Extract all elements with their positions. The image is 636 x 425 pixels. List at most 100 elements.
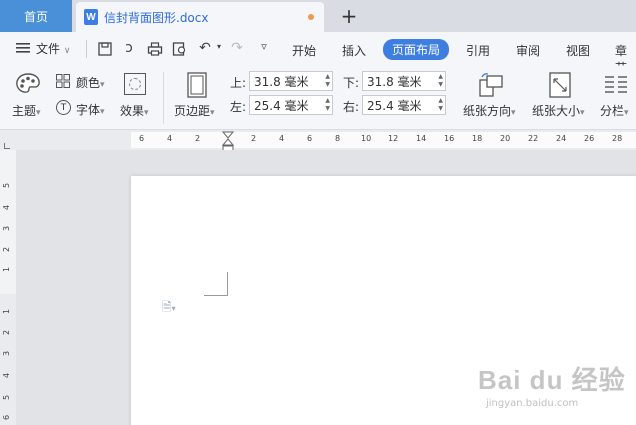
right-margin-label: 右: bbox=[343, 100, 360, 114]
margin-corner-mark bbox=[204, 272, 228, 296]
ruler-tick-label: 4 bbox=[2, 204, 12, 211]
right-margin-input[interactable]: 25.4 毫米 ▲ ▼ bbox=[362, 95, 446, 115]
page-size-icon[interactable] bbox=[549, 72, 571, 98]
paste-options-icon[interactable]: 🗎▾ bbox=[162, 298, 176, 319]
top-margin-value: 31.8 毫米 bbox=[254, 74, 309, 89]
ruler-tick-label: 20 bbox=[500, 134, 511, 143]
ruler-tick-label: 18 bbox=[472, 134, 483, 143]
ruler-tick-label: 4 bbox=[2, 372, 12, 379]
orientation-label: 纸张方向 bbox=[463, 104, 512, 118]
columns-icon[interactable] bbox=[604, 74, 628, 96]
columns-label: 分栏 bbox=[600, 104, 625, 118]
ruler-tick-label: 3 bbox=[2, 225, 12, 232]
margins-button[interactable]: 页边距▾ bbox=[174, 102, 215, 119]
font-button[interactable]: 字体▾ bbox=[76, 101, 105, 118]
ruler-tick-label: 1 bbox=[2, 266, 12, 273]
ruler-tick-label: 14 bbox=[416, 134, 427, 143]
left-margin-label: 左: bbox=[230, 100, 247, 114]
spinner-icon[interactable]: ▲ ▼ bbox=[325, 97, 330, 113]
tab-stop-icon[interactable] bbox=[4, 143, 10, 149]
ruler-tick-label: 24 bbox=[556, 134, 567, 143]
tab-home-ribbon[interactable]: 开始 bbox=[292, 42, 316, 59]
ruler-tick-label: 6 bbox=[307, 134, 313, 143]
left-margin-value: 25.4 毫米 bbox=[254, 98, 309, 113]
document-title: 信封背面图形.docx bbox=[104, 10, 209, 25]
bottom-margin-value: 31.8 毫米 bbox=[367, 74, 422, 89]
color-scheme-icon[interactable] bbox=[56, 74, 70, 88]
redo-icon[interactable]: ↷ bbox=[228, 40, 246, 56]
theme-button[interactable]: 主题▾ bbox=[12, 102, 41, 119]
ruler-tick-label: 4 bbox=[279, 134, 285, 143]
format-painter-icon[interactable]: ↄ bbox=[120, 40, 138, 56]
top-margin-input[interactable]: 31.8 毫米 ▲ ▼ bbox=[249, 71, 333, 91]
watermark-url: jingyan.baidu.com bbox=[486, 398, 579, 409]
tab-references[interactable]: 引用 bbox=[466, 42, 490, 59]
ruler-tick-label: 8 bbox=[335, 134, 341, 143]
spinner-icon[interactable]: ▲ ▼ bbox=[325, 73, 330, 89]
color-label: 颜色 bbox=[76, 76, 101, 90]
tab-view[interactable]: 视图 bbox=[566, 42, 590, 59]
ruler-tick-label: 12 bbox=[388, 134, 399, 143]
ribbon-divider bbox=[163, 72, 164, 124]
top-margin-label: 上: bbox=[230, 76, 247, 90]
ruler-tick-label: 28 bbox=[612, 134, 623, 143]
ruler-tick-label: 4 bbox=[167, 134, 173, 143]
tab-document[interactable]: W 信封背面图形.docx bbox=[76, 2, 324, 32]
ruler-tick-label: 26 bbox=[584, 134, 595, 143]
palette-icon[interactable] bbox=[15, 72, 41, 96]
customize-toolbar-icon[interactable]: ▿ bbox=[255, 40, 273, 53]
page-size-button[interactable]: 纸张大小▾ bbox=[532, 102, 585, 119]
chevron-down-icon: ∨ bbox=[63, 46, 71, 56]
orientation-button[interactable]: 纸张方向▾ bbox=[463, 102, 516, 119]
tab-review[interactable]: 审阅 bbox=[516, 42, 540, 59]
orientation-icon[interactable] bbox=[478, 72, 504, 98]
ruler-tick-label: 10 bbox=[361, 134, 372, 143]
left-margin-input[interactable]: 25.4 毫米 ▲ ▼ bbox=[249, 95, 333, 115]
spinner-icon[interactable]: ▲ ▼ bbox=[438, 97, 443, 113]
tab-insert[interactable]: 插入 bbox=[342, 42, 366, 59]
print-icon[interactable] bbox=[146, 42, 164, 56]
ruler-tick-label: 3 bbox=[2, 350, 12, 357]
color-button[interactable]: 颜色▾ bbox=[76, 74, 105, 91]
undo-dropdown-icon[interactable]: ▾ bbox=[210, 42, 228, 51]
new-tab-button[interactable]: + bbox=[338, 4, 360, 28]
bottom-margin-input[interactable]: 31.8 毫米 ▲ ▼ bbox=[362, 71, 446, 91]
wps-writer-icon: W bbox=[84, 9, 98, 25]
ruler-tick-label: 16 bbox=[444, 134, 455, 143]
columns-button[interactable]: 分栏▾ bbox=[600, 102, 629, 119]
margins-label: 页边距 bbox=[174, 104, 211, 118]
ruler-tick-label: 5 bbox=[2, 182, 12, 189]
font-label: 字体 bbox=[76, 103, 101, 117]
ruler-tick-label: 5 bbox=[2, 394, 12, 401]
tab-page-layout[interactable]: 页面布局 bbox=[383, 39, 450, 60]
ruler-tick-label: 22 bbox=[528, 134, 539, 143]
ruler-tick-label: 2 bbox=[251, 134, 257, 143]
ruler-tick-label: 2 bbox=[2, 246, 12, 253]
spinner-icon[interactable]: ▲ ▼ bbox=[438, 73, 443, 89]
ruler-tick-label: 1 bbox=[2, 308, 12, 315]
baidu-watermark: Bai du 经验 bbox=[478, 360, 626, 397]
ruler-tick-label: 2 bbox=[195, 134, 201, 143]
tab-home[interactable]: 首页 bbox=[0, 0, 72, 32]
ruler-tick-label: 6 bbox=[2, 414, 12, 421]
save-icon[interactable] bbox=[96, 42, 114, 56]
bottom-margin-label: 下: bbox=[343, 76, 360, 90]
page-size-label: 纸张大小 bbox=[532, 104, 581, 118]
right-margin-value: 25.4 毫米 bbox=[367, 98, 422, 113]
effect-button[interactable]: 效果▾ bbox=[120, 102, 149, 119]
watermark-logo: Bai du 经验 bbox=[478, 365, 626, 395]
ruler-tick-label: 2 bbox=[2, 329, 12, 336]
hamburger-icon[interactable] bbox=[16, 43, 30, 53]
font-scheme-icon[interactable]: T bbox=[56, 100, 71, 115]
unsaved-indicator bbox=[308, 14, 314, 20]
effect-icon[interactable] bbox=[124, 73, 146, 95]
theme-label: 主题 bbox=[12, 104, 37, 118]
menu-file-label: 文件 bbox=[36, 42, 61, 56]
print-preview-icon[interactable] bbox=[171, 42, 189, 56]
menu-file[interactable]: 文件 ∨ bbox=[36, 40, 70, 57]
vertical-ruler-margin bbox=[0, 150, 16, 294]
ruler-tick-label: 6 bbox=[139, 134, 145, 143]
margins-icon[interactable] bbox=[187, 72, 207, 98]
effect-label: 效果 bbox=[120, 104, 145, 118]
divider bbox=[86, 40, 87, 58]
